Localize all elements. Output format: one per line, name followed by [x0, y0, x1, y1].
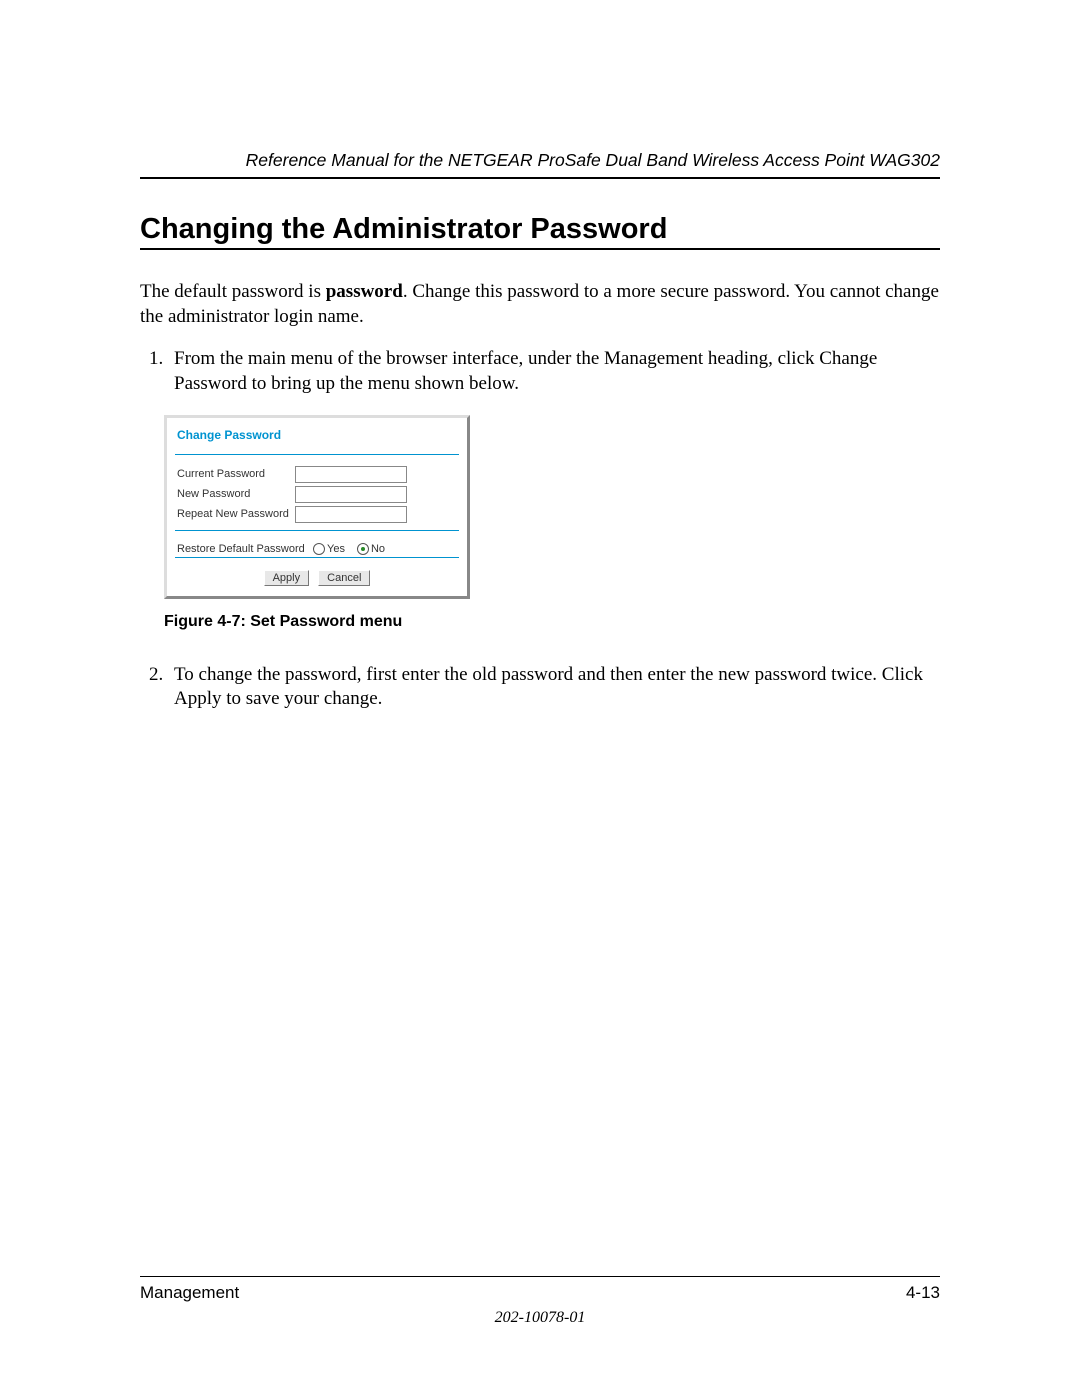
current-password-input[interactable] [295, 466, 407, 483]
panel-separator [175, 454, 459, 455]
running-head: Reference Manual for the NETGEAR ProSafe… [140, 150, 940, 179]
intro-pre: The default password is [140, 281, 326, 302]
panel-separator-3 [175, 557, 459, 558]
intro-paragraph: The default password is password. Change… [140, 280, 940, 329]
step-2: To change the password, first enter the … [168, 663, 940, 712]
footer-page: 4-13 [906, 1283, 940, 1303]
steps-list: From the main menu of the browser interf… [140, 347, 940, 396]
repeat-password-label: Repeat New Password [177, 508, 295, 520]
footer-section: Management [140, 1283, 239, 1303]
section-title: Changing the Administrator Password [140, 213, 940, 250]
radio-icon [313, 543, 325, 555]
new-password-label: New Password [177, 488, 295, 500]
new-password-input[interactable] [295, 486, 407, 503]
radio-yes-label: Yes [327, 543, 345, 555]
footer-docnum: 202-10078-01 [140, 1309, 940, 1327]
panel-separator-2 [175, 530, 459, 531]
change-password-panel: Change Password Current Password New Pas… [164, 415, 470, 599]
cancel-button[interactable]: Cancel [318, 570, 370, 586]
restore-default-label: Restore Default Password [177, 543, 307, 555]
panel-title: Change Password [167, 418, 467, 454]
current-password-label: Current Password [177, 468, 295, 480]
repeat-password-input[interactable] [295, 506, 407, 523]
restore-no-radio[interactable]: No [357, 543, 385, 555]
intro-bold: password [326, 281, 403, 302]
step-1: From the main menu of the browser interf… [168, 347, 940, 396]
radio-icon [357, 543, 369, 555]
steps-list-2: To change the password, first enter the … [140, 663, 940, 712]
figure-caption: Figure 4-7: Set Password menu [164, 613, 940, 631]
apply-button[interactable]: Apply [264, 570, 310, 586]
radio-no-label: No [371, 543, 385, 555]
restore-yes-radio[interactable]: Yes [313, 543, 345, 555]
